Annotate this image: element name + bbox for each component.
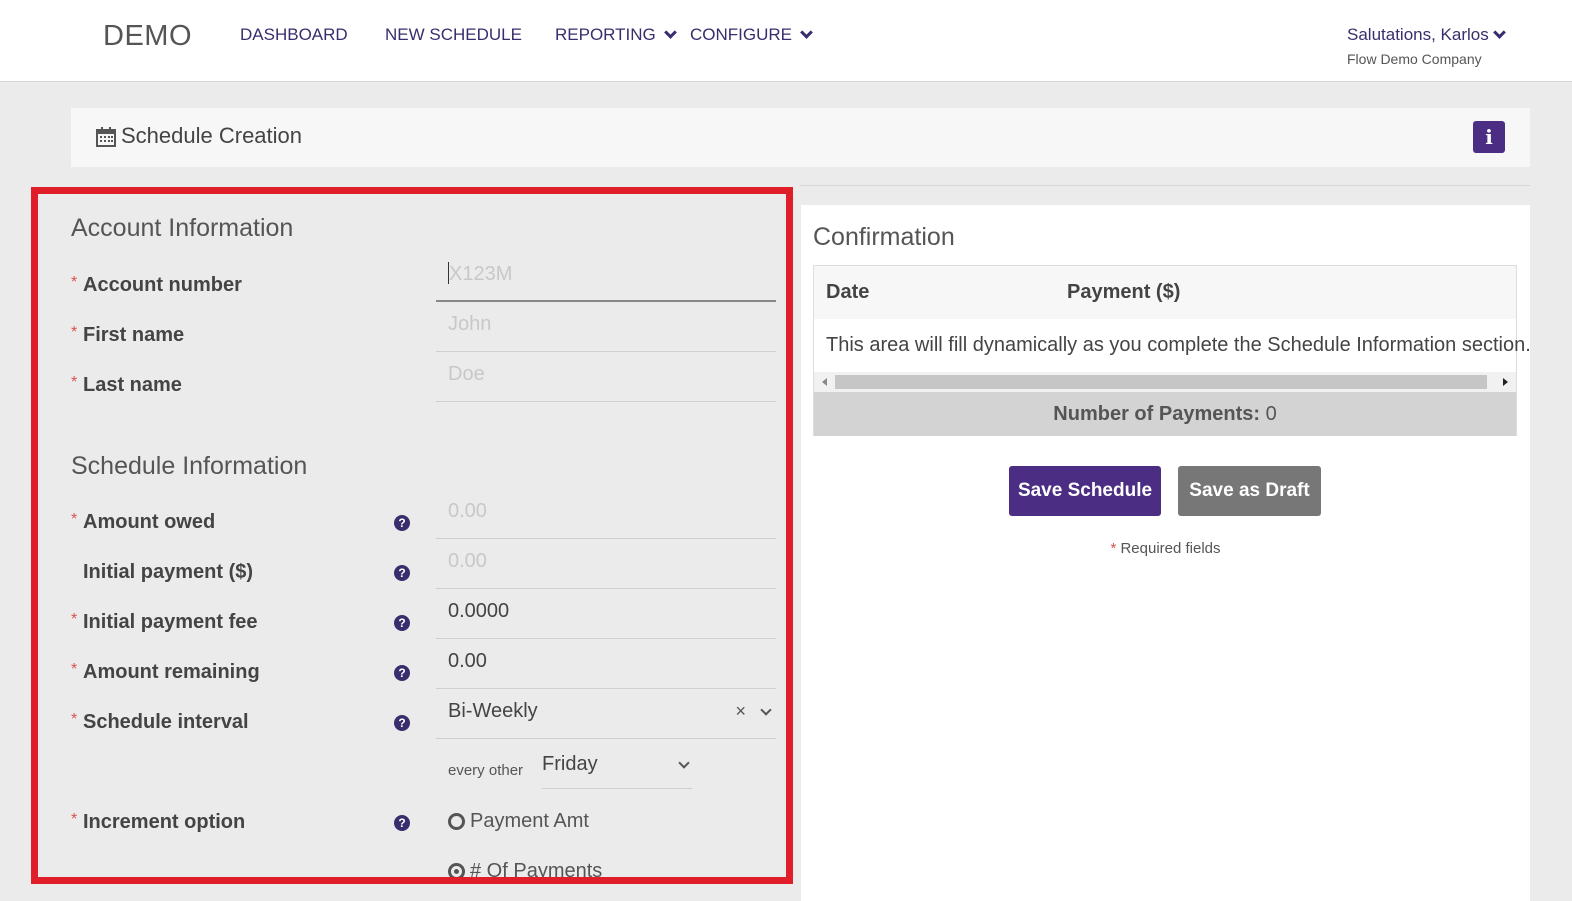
required-mark: * — [71, 811, 78, 828]
save-draft-button[interactable]: Save as Draft — [1178, 466, 1321, 516]
page-header: Schedule Creation i — [71, 108, 1530, 167]
chevron-down-icon[interactable] — [760, 704, 772, 716]
save-schedule-button[interactable]: Save Schedule — [1009, 466, 1161, 516]
account-section-title: Account Information — [71, 214, 294, 242]
radio-payment-amt[interactable]: Payment Amt — [448, 810, 589, 833]
required-mark: * — [71, 374, 78, 391]
info-button[interactable]: i — [1473, 121, 1505, 153]
calendar-icon — [96, 127, 116, 147]
increment-option-label: * Increment option — [71, 811, 246, 833]
clear-icon[interactable]: × — [735, 689, 746, 733]
required-mark: * — [71, 274, 78, 291]
initial-payment-label: Initial payment ($) — [83, 561, 254, 583]
chevron-down-icon — [1492, 26, 1506, 39]
top-navbar: DEMO DASHBOARD NEW SCHEDULE REPORTING CO… — [0, 0, 1572, 82]
scroll-right-icon[interactable] — [1503, 378, 1508, 386]
amount-remaining-value: 0.00 — [436, 639, 776, 689]
last-name-label: * Last name — [71, 374, 182, 396]
first-name-label: * First name — [71, 324, 185, 346]
scrollbar-thumb[interactable] — [835, 375, 1487, 389]
weekday-select[interactable]: Friday — [542, 739, 692, 789]
radio-num-payments[interactable]: # Of Payments — [448, 860, 602, 877]
schedule-section-title: Schedule Information — [71, 452, 308, 480]
help-icon[interactable]: ? — [394, 565, 410, 581]
initial-payment-input[interactable]: 0.00 — [436, 539, 776, 589]
help-icon[interactable]: ? — [394, 615, 410, 631]
nav-new-schedule[interactable]: NEW SCHEDULE — [385, 25, 522, 45]
payment-count: Number of Payments: 0 — [814, 392, 1516, 436]
every-other-label: every other — [448, 762, 524, 779]
required-mark: * — [71, 611, 78, 628]
required-mark: * — [71, 661, 78, 678]
brand-logo[interactable]: DEMO — [103, 20, 192, 53]
nav-reporting[interactable]: REPORTING — [555, 25, 677, 45]
chevron-down-icon — [678, 757, 690, 769]
table-placeholder-message: This area will fill dynamically as you c… — [826, 334, 1531, 356]
column-payment: Payment ($) — [1067, 281, 1181, 303]
amount-remaining-label: * Amount remaining — [71, 661, 260, 683]
required-mark: * — [71, 511, 78, 528]
schedule-form-panel: Account Information * Account number X123… — [31, 187, 793, 884]
chevron-down-icon — [663, 26, 677, 39]
required-mark: * — [71, 324, 78, 341]
last-name-input[interactable]: Doe — [436, 352, 776, 402]
radio-unchecked-icon — [448, 813, 465, 830]
company-name: Flow Demo Company — [1347, 51, 1482, 67]
confirmation-table: Date Payment ($) This area will fill dyn… — [813, 265, 1531, 436]
help-icon[interactable]: ? — [394, 715, 410, 731]
table-header: Date Payment ($) — [814, 266, 1516, 319]
account-number-input[interactable]: X123M — [436, 252, 776, 302]
chevron-down-icon — [800, 26, 813, 39]
info-icon: i — [1485, 125, 1493, 149]
first-name-input[interactable]: John — [436, 302, 776, 352]
column-date: Date — [826, 281, 870, 303]
radio-checked-icon — [448, 863, 465, 877]
nav-configure[interactable]: CONFIGURE — [690, 25, 813, 45]
nav-dashboard[interactable]: DASHBOARD — [240, 25, 348, 45]
help-icon[interactable]: ? — [394, 515, 410, 531]
required-mark: * — [71, 711, 78, 728]
amount-owed-label: * Amount owed — [71, 511, 216, 533]
confirmation-title: Confirmation — [813, 223, 955, 251]
initial-fee-input[interactable]: 0.0000 — [436, 589, 776, 639]
scroll-left-icon[interactable] — [822, 378, 827, 386]
confirmation-panel: Confirmation Date Payment ($) This area … — [801, 205, 1531, 901]
schedule-interval-select[interactable]: Bi-Weekly × — [436, 689, 776, 739]
divider — [800, 185, 1530, 186]
amount-owed-input[interactable]: 0.00 — [436, 489, 776, 539]
page-title: Schedule Creation — [121, 123, 303, 148]
help-icon[interactable]: ? — [394, 665, 410, 681]
required-fields-note: * Required fields — [1110, 540, 1221, 557]
horizontal-scrollbar[interactable] — [814, 372, 1516, 392]
account-number-label: * Account number — [71, 274, 242, 296]
help-icon[interactable]: ? — [394, 815, 410, 831]
schedule-interval-label: * Schedule interval — [71, 711, 249, 733]
initial-fee-label: * Initial payment fee — [71, 611, 258, 633]
user-menu[interactable]: Salutations, Karlos — [1347, 25, 1506, 45]
